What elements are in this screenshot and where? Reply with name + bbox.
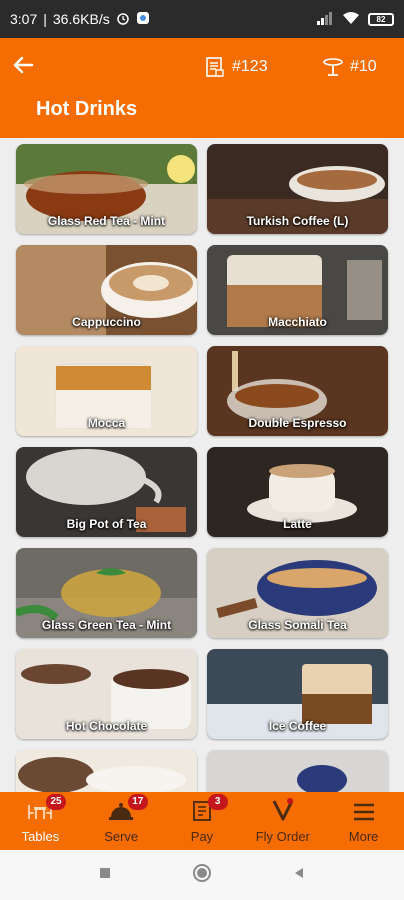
receipt-icon: [204, 56, 226, 78]
coffee-beans-image: [16, 750, 197, 792]
product-name: Hot Chocolate: [65, 719, 148, 733]
back-button[interactable]: [292, 866, 306, 885]
product-name: Latte: [283, 517, 312, 531]
nav-label: Serve: [104, 829, 139, 844]
page-title: Hot Drinks: [36, 98, 138, 120]
product-card[interactable]: Latte: [207, 447, 388, 537]
product-card[interactable]: Big Pot of Tea: [16, 447, 197, 537]
product-name: Glass Somali Tea: [248, 618, 347, 632]
product-name: Macchiato: [268, 315, 327, 329]
status-time: 3:07: [10, 11, 38, 27]
bottom-navigation: 25 Tables 17 Serve 3 Pay Fly Order More: [0, 792, 404, 850]
product-grid: Glass Red Tea - Mint Turkish Coffee (L) …: [0, 138, 404, 792]
nav-fly-order[interactable]: Fly Order: [242, 792, 323, 850]
order-number-chip[interactable]: #123: [204, 56, 268, 78]
nav-label: More: [348, 829, 379, 844]
product-name: Glass Red Tea - Mint: [47, 214, 166, 228]
wifi-icon: [342, 11, 360, 28]
menu-icon: [352, 801, 376, 826]
product-card[interactable]: Ice Coffee: [207, 649, 388, 739]
product-card[interactable]: [16, 750, 197, 792]
product-name: Turkish Coffee (L): [246, 214, 349, 228]
nav-more[interactable]: More: [323, 792, 404, 850]
home-button[interactable]: [192, 863, 212, 888]
nav-label: Tables: [21, 829, 60, 844]
table-number-chip[interactable]: #10: [322, 56, 377, 78]
product-name: Big Pot of Tea: [66, 517, 147, 531]
product-card[interactable]: Double Espresso: [207, 346, 388, 436]
product-card[interactable]: Cappuccino: [16, 245, 197, 335]
status-speed: 36.6KB/s: [52, 11, 110, 27]
fly-order-icon: [270, 797, 296, 826]
product-card[interactable]: [207, 750, 388, 792]
product-name: Ice Coffee: [268, 719, 327, 733]
product-card[interactable]: Hot Chocolate: [16, 649, 197, 739]
recents-button[interactable]: [98, 866, 112, 885]
coffee-pot-image: [207, 750, 388, 792]
nav-tables[interactable]: 25 Tables: [0, 792, 81, 850]
app-header: #123 #10 Hot Drinks: [0, 38, 404, 138]
serve-badge: 17: [127, 794, 148, 810]
table-number: #10: [350, 58, 377, 75]
product-name: Double Espresso: [248, 416, 347, 430]
product-card[interactable]: Glass Red Tea - Mint: [16, 144, 197, 234]
nav-label: Fly Order: [255, 829, 310, 844]
product-card[interactable]: Turkish Coffee (L): [207, 144, 388, 234]
product-card[interactable]: Glass Green Tea - Mint: [16, 548, 197, 638]
nav-label: Pay: [190, 829, 214, 844]
app-notification-icon: [136, 11, 150, 28]
product-card[interactable]: Glass Somali Tea: [207, 548, 388, 638]
status-bar: 3:07 | 36.6KB/s 82: [0, 0, 404, 38]
product-name: Cappuccino: [72, 315, 141, 329]
back-arrow-icon[interactable]: [12, 54, 36, 78]
nav-serve[interactable]: 17 Serve: [81, 792, 162, 850]
product-card[interactable]: Mocca: [16, 346, 197, 436]
order-number: #123: [232, 58, 268, 75]
product-card[interactable]: Macchiato: [207, 245, 388, 335]
nav-pay[interactable]: 3 Pay: [162, 792, 243, 850]
pay-badge: 3: [207, 794, 228, 810]
signal-icon: [316, 11, 334, 28]
battery-icon: 82: [368, 12, 394, 26]
system-navigation-bar: [0, 850, 404, 900]
alarm-icon: [116, 11, 130, 28]
tables-badge: 25: [46, 794, 66, 810]
table-icon: [322, 56, 344, 78]
product-name: Glass Green Tea - Mint: [41, 618, 172, 632]
product-name: Mocca: [87, 416, 126, 430]
